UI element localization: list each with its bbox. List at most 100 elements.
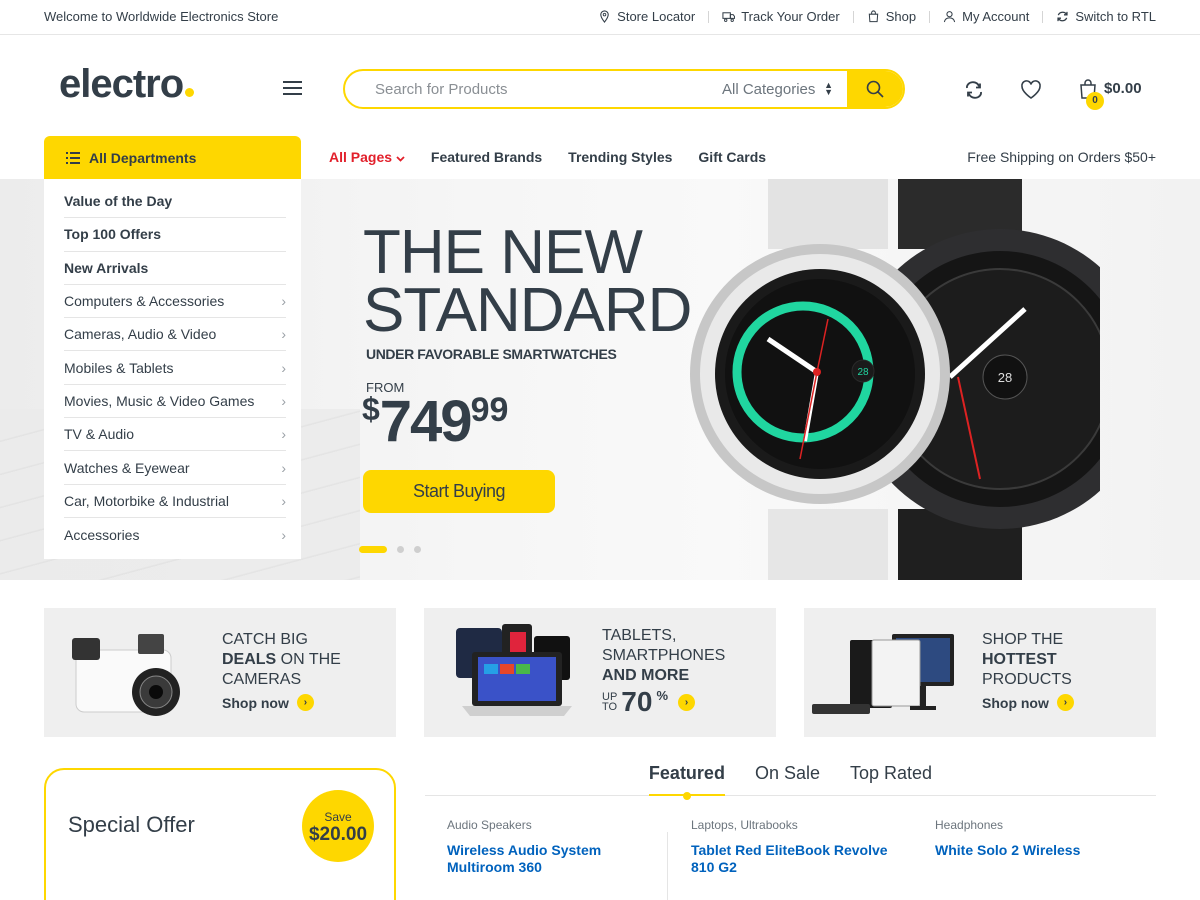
product-name[interactable]: White Solo 2 Wireless: [935, 842, 1155, 859]
my-account-label: My Account: [962, 9, 1030, 24]
promo-text: SHOP THE HOTTEST PRODUCTS: [982, 630, 1072, 690]
all-departments-button[interactable]: All Departments: [44, 136, 301, 179]
switch-rtl-link[interactable]: Switch to RTL: [1043, 9, 1156, 24]
menu-toggle-button[interactable]: [283, 81, 302, 96]
chevron-right-icon: ›: [281, 359, 286, 376]
category-select[interactable]: All Categories ▲ ▼: [702, 71, 847, 107]
compare-icon[interactable]: [963, 79, 985, 101]
price-integer: 749: [379, 389, 473, 454]
nav-all-pages[interactable]: All Pages: [329, 149, 405, 165]
promo-bold: AND MORE: [602, 667, 690, 684]
wishlist-heart-icon[interactable]: [1020, 79, 1042, 101]
department-item[interactable]: Computers & Accessories ›: [64, 285, 286, 319]
promo-bold: DEALS: [222, 651, 277, 668]
search-bar: All Categories ▲▼: [343, 69, 905, 109]
nav-trending-styles[interactable]: Trending Styles: [568, 149, 672, 165]
shop-now-link[interactable]: Shop now ›: [222, 694, 314, 711]
up-to-label: UP TO: [602, 692, 618, 713]
promo-line: ON THE: [276, 651, 341, 668]
hamburger-line: [283, 93, 302, 95]
product-category[interactable]: Audio Speakers: [447, 818, 667, 832]
promo-line: CATCH BIG: [222, 631, 308, 648]
department-label: New Arrivals: [64, 259, 149, 276]
chevron-right-icon: ›: [281, 526, 286, 543]
logo-text: electro: [59, 62, 184, 106]
chevron-right-icon: ›: [281, 459, 286, 476]
truck-icon: [722, 12, 736, 22]
track-order-link[interactable]: Track Your Order: [709, 9, 853, 24]
nav-all-pages-label: All Pages: [329, 149, 393, 165]
hero-subtitle: UNDER FAVORABLE SMARTWATCHES: [366, 346, 617, 362]
department-item[interactable]: Value of the Day: [64, 185, 286, 219]
start-buying-button[interactable]: Start Buying: [363, 470, 555, 513]
arrow-right-icon: ›: [1056, 694, 1074, 711]
promo-banner-cameras[interactable]: CATCH BIG DEALS ON THE CAMERAS Shop now ›: [44, 608, 396, 737]
product-name[interactable]: Tablet Red EliteBook Revolve 810 G2: [691, 842, 911, 876]
cart-total: $0.00: [1104, 80, 1142, 97]
search-button[interactable]: [847, 71, 903, 107]
department-item[interactable]: Mobiles & Tablets ›: [64, 351, 286, 385]
departments-menu: Value of the Day Top 100 Offers New Arriva…: [44, 179, 301, 559]
shop-link[interactable]: Shop: [854, 9, 929, 24]
slider-dot[interactable]: [414, 546, 421, 553]
divider: [667, 832, 668, 900]
promo-banner-tablets[interactable]: TABLETS, SMARTPHONES AND MORE UP TO 70 % …: [424, 608, 776, 737]
cart-button[interactable]: 0 $0.00: [1078, 78, 1142, 110]
logo[interactable]: electro: [59, 62, 195, 107]
tab-top-rated[interactable]: Top Rated: [850, 763, 932, 796]
user-icon: [943, 11, 956, 23]
department-label: Cameras, Audio & Video: [64, 326, 217, 343]
save-badge: Save $20.00: [302, 790, 374, 862]
promo-banner-hottest[interactable]: SHOP THE HOTTEST PRODUCTS Shop now ›: [804, 608, 1156, 737]
shop-now-link[interactable]: Shop now ›: [982, 694, 1074, 711]
product-card[interactable]: Laptops, Ultrabooks Tablet Red EliteBook…: [691, 818, 911, 876]
arrow-right-icon: ›: [678, 693, 695, 711]
watch-face-date: 28: [857, 367, 869, 378]
product-category[interactable]: Laptops, Ultrabooks: [691, 818, 911, 832]
search-icon: [866, 80, 884, 98]
laptop-tablets-image: [456, 624, 572, 716]
product-card[interactable]: Audio Speakers Wireless Audio System Mul…: [447, 818, 667, 876]
to-label: TO: [602, 701, 618, 713]
department-item[interactable]: New Arrivals: [64, 252, 286, 285]
free-shipping-text: Free Shipping on Orders $50+: [967, 149, 1156, 165]
hamburger-line: [283, 87, 302, 89]
department-item[interactable]: TV & Audio ›: [64, 418, 286, 452]
department-item[interactable]: Watches & Eyewear ›: [64, 451, 286, 485]
price-decimal: 99: [470, 391, 509, 429]
department-label: Top 100 Offers: [64, 226, 161, 243]
my-account-link[interactable]: My Account: [930, 9, 1042, 24]
discount-badge[interactable]: UP TO 70 % ›: [602, 686, 695, 718]
smartwatches-image: 28 28: [690, 179, 1100, 580]
chevron-right-icon: ›: [281, 326, 286, 343]
department-label: Car, Motorbike & Industrial: [64, 492, 229, 509]
slider-dot[interactable]: [359, 546, 387, 553]
department-item[interactable]: Top 100 Offers: [64, 218, 286, 252]
nav-gift-cards[interactable]: Gift Cards: [698, 149, 766, 165]
nav-featured-brands[interactable]: Featured Brands: [431, 149, 542, 165]
tab-on-sale[interactable]: On Sale: [755, 763, 820, 796]
search-input[interactable]: [345, 71, 702, 107]
shop-now-label: Shop now: [222, 694, 289, 711]
tab-featured[interactable]: Featured: [648, 763, 725, 800]
department-item[interactable]: Accessories ›: [64, 518, 286, 551]
chevron-right-icon: ›: [281, 492, 286, 509]
department-item[interactable]: Car, Motorbike & Industrial ›: [64, 485, 286, 518]
hamburger-line: [283, 81, 302, 83]
product-name[interactable]: Wireless Audio System Multiroom 360: [447, 842, 667, 876]
promo-text: CATCH BIG DEALS ON THE CAMERAS: [222, 630, 341, 690]
special-offer-title: Special Offer: [68, 812, 195, 837]
slider-dot[interactable]: [397, 546, 404, 553]
special-offer-card[interactable]: Special Offer Save $20.00: [44, 768, 396, 900]
store-locator-link[interactable]: Store Locator: [585, 9, 708, 24]
select-arrows-icon: ▲ ▼: [824, 80, 833, 97]
department-item[interactable]: Cameras, Audio & Video ›: [64, 318, 286, 352]
product-category[interactable]: Headphones: [935, 818, 1155, 832]
promo-line: SHOP THE: [982, 631, 1064, 648]
shop-label: Shop: [885, 9, 917, 24]
main-nav: All Pages Featured Brands Trending Style…: [329, 149, 766, 165]
department-item[interactable]: Movies, Music & Video Games ›: [64, 385, 286, 419]
product-card[interactable]: Headphones White Solo 2 Wireless: [935, 818, 1155, 859]
all-departments-label: All Departments: [89, 149, 197, 166]
desktop-computer-image: [812, 634, 954, 714]
